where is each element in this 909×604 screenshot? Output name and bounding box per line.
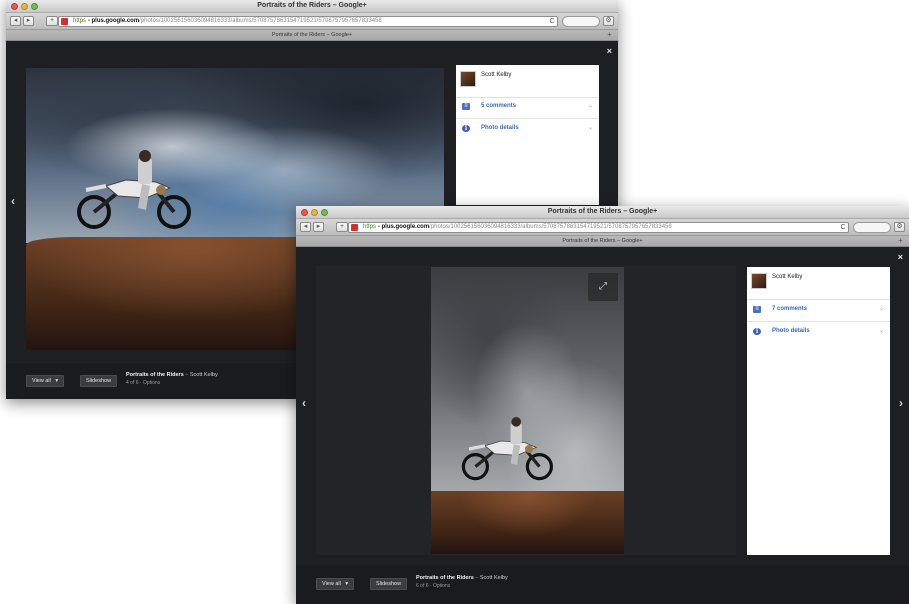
prev-photo-arrow-icon[interactable]: ‹ (302, 396, 306, 410)
photo-position-options[interactable]: 6 of 6 · Options (416, 583, 508, 589)
author-row[interactable]: Scott Kelby (751, 271, 886, 295)
url-domain: plus.google.com (91, 18, 140, 24)
tab-portraits[interactable]: Portraits of the Riders – Google+ (296, 238, 909, 244)
lightbox-bottom-bar: View all ▾ Slideshow Portraits of the Ri… (296, 566, 909, 604)
chevron-down-icon[interactable]: ⌄ (879, 327, 884, 334)
add-tab-icon[interactable]: + (896, 237, 905, 245)
comments-label[interactable]: 7 comments (772, 306, 807, 312)
address-bar[interactable]: https ▪ plus.google.com/photos/100256156… (58, 16, 558, 27)
comments-label[interactable]: 5 comments (481, 103, 516, 109)
photo-details-row[interactable]: i Photo details ⌄ (751, 326, 884, 340)
forward-button[interactable]: ▸ (23, 16, 34, 26)
comments-row[interactable]: ≡ 5 comments ⌄ (460, 101, 593, 115)
window-title: Portraits of the Riders – Google+ (547, 208, 658, 215)
photo-position-options[interactable]: 4 of 6 · Options (126, 380, 218, 386)
avatar[interactable] (751, 273, 767, 289)
slideshow-button[interactable]: Slideshow (80, 375, 118, 387)
separator: – (185, 372, 189, 378)
google-plus-favicon-icon (351, 224, 358, 231)
reload-icon[interactable]: C (547, 17, 557, 26)
tab-portraits[interactable]: Portraits of the Riders – Google+ (6, 32, 618, 38)
info-icon: i (753, 328, 761, 335)
chevron-down-icon[interactable]: ⌄ (879, 305, 884, 312)
comment-icon: ≡ (462, 103, 470, 110)
view-all-label: View all (322, 581, 341, 587)
photo-portrait: ⤢ (431, 267, 624, 554)
photo-details-row[interactable]: i Photo details ⌄ (460, 123, 593, 137)
comments-row[interactable]: ≡ 7 comments ⌄ (751, 304, 884, 318)
chevron-down-icon[interactable]: ⌄ (588, 102, 593, 109)
url-scheme: https (363, 224, 377, 230)
caret-down-icon: ▾ (345, 581, 349, 587)
address-bar[interactable]: https ▪ plus.google.com/photos/100256156… (348, 222, 849, 233)
gear-icon[interactable]: ⚙ (603, 16, 614, 26)
chevron-down-icon[interactable]: ⌄ (588, 124, 593, 131)
back-button[interactable]: ◂ (300, 222, 311, 232)
view-all-label: View all (32, 378, 51, 384)
slideshow-button[interactable]: Slideshow (370, 578, 408, 590)
forward-button[interactable]: ▸ (313, 222, 324, 232)
author-name[interactable]: Scott Kelby (481, 72, 511, 78)
album-title[interactable]: Portraits of the Riders (416, 575, 474, 581)
divider (747, 321, 890, 322)
prev-photo-arrow-icon[interactable]: ‹ (11, 194, 15, 208)
motocross-rider-image (461, 417, 553, 481)
window-title: Portraits of the Riders – Google+ (257, 2, 367, 9)
photo-details-label[interactable]: Photo details (772, 328, 810, 334)
search-field[interactable] (562, 16, 600, 27)
view-all-button[interactable]: View all ▾ (26, 375, 65, 387)
lightbox-close-icon[interactable]: × (898, 252, 903, 262)
url-path: /photos/100256156036094816333/albums/570… (139, 18, 382, 24)
lightbox-close-icon[interactable]: × (607, 46, 612, 56)
gear-icon[interactable]: ⚙ (894, 222, 905, 232)
comment-icon: ≡ (753, 306, 761, 313)
separator: – (475, 575, 479, 581)
tab-bar: Portraits of the Riders – Google+ + (6, 30, 618, 41)
expand-icon[interactable]: ⤢ (588, 273, 618, 301)
motocross-rider-image (77, 150, 191, 229)
tab-bar: Portraits of the Riders – Google+ + (296, 236, 909, 247)
author-row[interactable]: Scott Kelby (460, 69, 595, 93)
album-info: Portraits of the Riders – Scott Kelby 6 … (416, 575, 508, 589)
browser-toolbar: ◂ ▸ + https ▪ plus.google.com/photos/100… (296, 219, 909, 236)
divider (747, 299, 890, 300)
photo-side-panel: Scott Kelby ≡ 7 comments ⌄ i Photo detai… (747, 267, 890, 555)
browser-toolbar: ◂ ▸ + https ▪ plus.google.com/photos/100… (6, 13, 618, 30)
new-tab-button[interactable]: + (46, 16, 58, 26)
search-field[interactable] (853, 222, 891, 233)
reload-icon[interactable]: C (838, 223, 848, 232)
view-all-button[interactable]: View all ▾ (316, 578, 355, 590)
author-name[interactable]: Scott Kelby (772, 274, 802, 280)
url-path: /photos/100256156036094816333/albums/570… (429, 224, 672, 230)
title-bar: Portraits of the Riders – Google+ (6, 0, 618, 13)
url-scheme: https (73, 18, 87, 24)
photo-details-label[interactable]: Photo details (481, 125, 519, 131)
title-bar: Portraits of the Riders – Google+ (296, 206, 909, 219)
caret-down-icon: ▾ (55, 378, 59, 384)
next-photo-arrow-icon[interactable]: › (899, 396, 903, 410)
album-title[interactable]: Portraits of the Riders (126, 372, 184, 378)
avatar[interactable] (460, 71, 476, 87)
browser-window-front: Portraits of the Riders – Google+ ◂ ▸ + … (296, 206, 909, 604)
add-tab-icon[interactable]: + (605, 31, 614, 39)
album-author[interactable]: Scott Kelby (190, 372, 218, 378)
album-info: Portraits of the Riders – Scott Kelby 4 … (126, 372, 218, 386)
url-domain: plus.google.com (381, 224, 430, 230)
new-tab-button[interactable]: + (336, 222, 348, 232)
photo-side-panel: Scott Kelby ≡ 5 comments ⌄ i Photo detai… (456, 65, 599, 205)
divider (456, 97, 599, 98)
album-author[interactable]: Scott Kelby (480, 575, 508, 581)
google-plus-favicon-icon (61, 18, 68, 25)
info-icon: i (462, 125, 470, 132)
back-button[interactable]: ◂ (10, 16, 21, 26)
divider (456, 118, 599, 119)
